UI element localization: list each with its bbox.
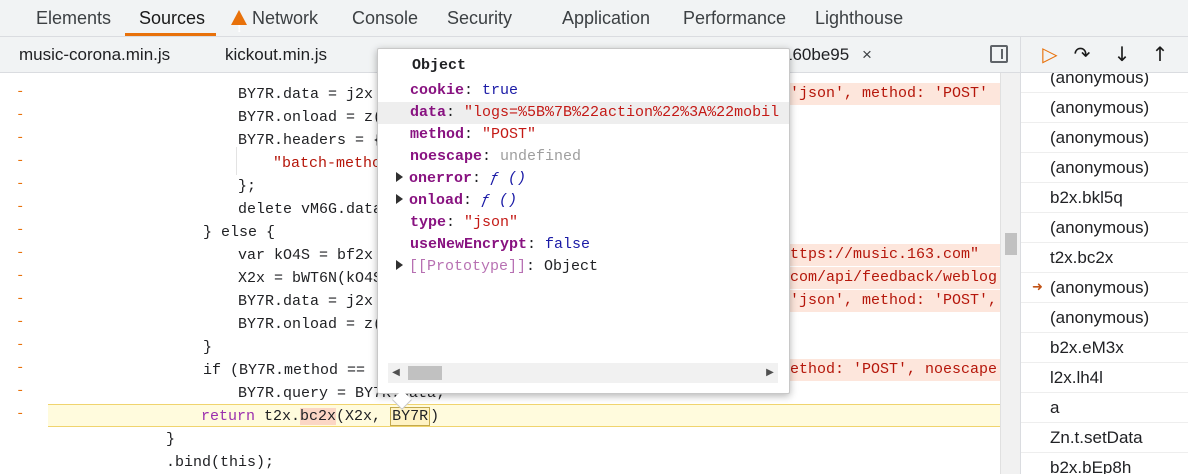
file-tab-music-corona[interactable]: music-corona.min.js — [19, 37, 170, 72]
code-fragment: ttps://music.163.com" — [790, 244, 1000, 266]
toggle-debugger-panel-icon[interactable] — [990, 45, 1008, 63]
call-stack-panel: (anonymous) (anonymous) (anonymous) (ano… — [1020, 73, 1188, 474]
call-frame[interactable]: l2x.lh4l — [1021, 363, 1188, 393]
code-object: t2x. — [264, 408, 301, 425]
gutter-mark: - — [16, 268, 25, 284]
editor-scrollbar[interactable] — [1000, 73, 1020, 474]
code-fragment: 'json', method: 'POST', — [790, 290, 1000, 312]
gutter-mark: - — [16, 245, 25, 261]
resume-icon[interactable]: ▷ — [1035, 37, 1065, 71]
tab-sources[interactable]: Sources — [139, 0, 205, 36]
code-fragment: 'json', method: 'POST' — [790, 83, 1000, 105]
gutter-mark: - — [16, 199, 25, 215]
prop-onerror[interactable]: onerror: ƒ () — [378, 168, 789, 190]
code-keyword: return — [201, 408, 265, 425]
call-frame[interactable]: (anonymous) — [1021, 213, 1188, 243]
code-line: .bind(this); — [166, 454, 275, 471]
prop-cookie[interactable]: cookie: true — [378, 80, 789, 102]
tab-performance[interactable]: Performance — [683, 0, 786, 36]
current-frame-arrow-icon: ➜ — [1032, 280, 1043, 295]
tab-lighthouse[interactable]: Lighthouse — [815, 0, 903, 36]
gutter-mark: - — [16, 84, 25, 100]
tab-application[interactable]: Application — [562, 0, 650, 36]
call-frame[interactable]: (anonymous) — [1021, 153, 1188, 183]
code-args: (X2x, — [336, 408, 391, 425]
warning-icon — [231, 10, 247, 48]
file-tab-active[interactable]: 160be95 — [783, 37, 849, 72]
expand-triangle-icon[interactable] — [396, 172, 403, 182]
call-frame[interactable]: Zn.t.setData — [1021, 423, 1188, 453]
active-tab-indicator — [125, 33, 216, 36]
step-out-icon[interactable]: ↑ — [1145, 37, 1175, 71]
tab-security[interactable]: Security — [447, 0, 512, 36]
gutter-mark: - — [16, 337, 25, 353]
prop-method[interactable]: method: "POST" — [378, 124, 789, 146]
scroll-right-icon[interactable]: ▶ — [764, 365, 776, 381]
file-tab-kickout[interactable]: kickout.min.js — [225, 37, 327, 72]
tab-elements[interactable]: Elements — [36, 0, 111, 36]
call-frame[interactable]: (anonymous) — [1021, 73, 1188, 93]
call-frame[interactable]: b2x.eM3x — [1021, 333, 1188, 363]
gutter-mark: - — [16, 291, 25, 307]
call-frame[interactable]: b2x.bEp8h — [1021, 453, 1188, 474]
prop-type[interactable]: type: "json" — [378, 212, 789, 234]
prop-data[interactable]: data: "logs=%5B%7B%22action%22%3A%22mobi… — [378, 102, 789, 124]
highlighted-call[interactable]: bc2x — [300, 408, 337, 425]
gutter-mark: - — [16, 107, 25, 123]
step-into-icon[interactable]: ↓ — [1107, 37, 1137, 71]
call-frame[interactable]: t2x.bc2x — [1021, 243, 1188, 273]
call-frame[interactable]: b2x.bkl5q — [1021, 183, 1188, 213]
gutter-mark: - — [16, 314, 25, 330]
popover-scrollbar-thumb[interactable] — [408, 366, 442, 380]
call-frame-selected[interactable]: ➜ (anonymous) — [1021, 273, 1188, 303]
current-execution-line: return t2x.bc2x(X2x, BY7R) — [48, 404, 1000, 427]
devtools-panel-tabs: Elements Sources Network Console Securit… — [0, 0, 1188, 48]
step-over-icon[interactable]: ↷ — [1067, 37, 1097, 71]
tab-console[interactable]: Console — [352, 0, 418, 36]
scroll-left-icon[interactable]: ◀ — [390, 365, 402, 381]
gutter-mark: - — [16, 406, 25, 422]
code-string: "batch-metho — [273, 155, 382, 172]
call-frame[interactable]: (anonymous) — [1021, 303, 1188, 333]
gutter-mark: - — [16, 153, 25, 169]
code-fragment: ethod: 'POST', noescape: — [790, 359, 1000, 381]
gutter-mark: - — [16, 222, 25, 238]
tab-network-label: Network — [252, 8, 319, 28]
expand-triangle-icon[interactable] — [396, 260, 403, 270]
gutter-mark: - — [16, 383, 25, 399]
close-icon[interactable]: × — [862, 37, 872, 72]
call-frame[interactable]: (anonymous) — [1021, 93, 1188, 123]
gutter-mark: - — [16, 176, 25, 192]
prop-noescape[interactable]: noescape: undefined — [378, 146, 789, 168]
code-paren: ) — [430, 408, 440, 425]
call-frame-label: (anonymous) — [1050, 278, 1150, 297]
code-fragment: com/api/feedback/weblog — [790, 267, 1000, 289]
gutter-mark: - — [16, 360, 25, 376]
debugger-toolbar: ▷ ↷ ↓ ↑ — [1020, 37, 1188, 73]
editor-scrollbar-thumb[interactable] — [1005, 233, 1017, 255]
call-frame[interactable]: a — [1021, 393, 1188, 423]
prop-prototype[interactable]: [[Prototype]]: Object — [378, 256, 789, 278]
hovered-variable[interactable]: BY7R — [390, 407, 431, 426]
code-line: } — [166, 431, 176, 448]
prop-onload[interactable]: onload: ƒ () — [378, 190, 789, 212]
popover-horizontal-scrollbar[interactable]: ◀ ▶ — [388, 363, 778, 383]
popover-title: Object — [412, 57, 467, 74]
tab-network[interactable]: Network — [231, 0, 319, 48]
object-preview-popover[interactable]: Object cookie: true data: "logs=%5B%7B%2… — [377, 48, 790, 394]
gutter-mark: - — [16, 130, 25, 146]
prop-usenewencrypt[interactable]: useNewEncrypt: false — [378, 234, 789, 256]
call-frame[interactable]: (anonymous) — [1021, 123, 1188, 153]
expand-triangle-icon[interactable] — [396, 194, 403, 204]
